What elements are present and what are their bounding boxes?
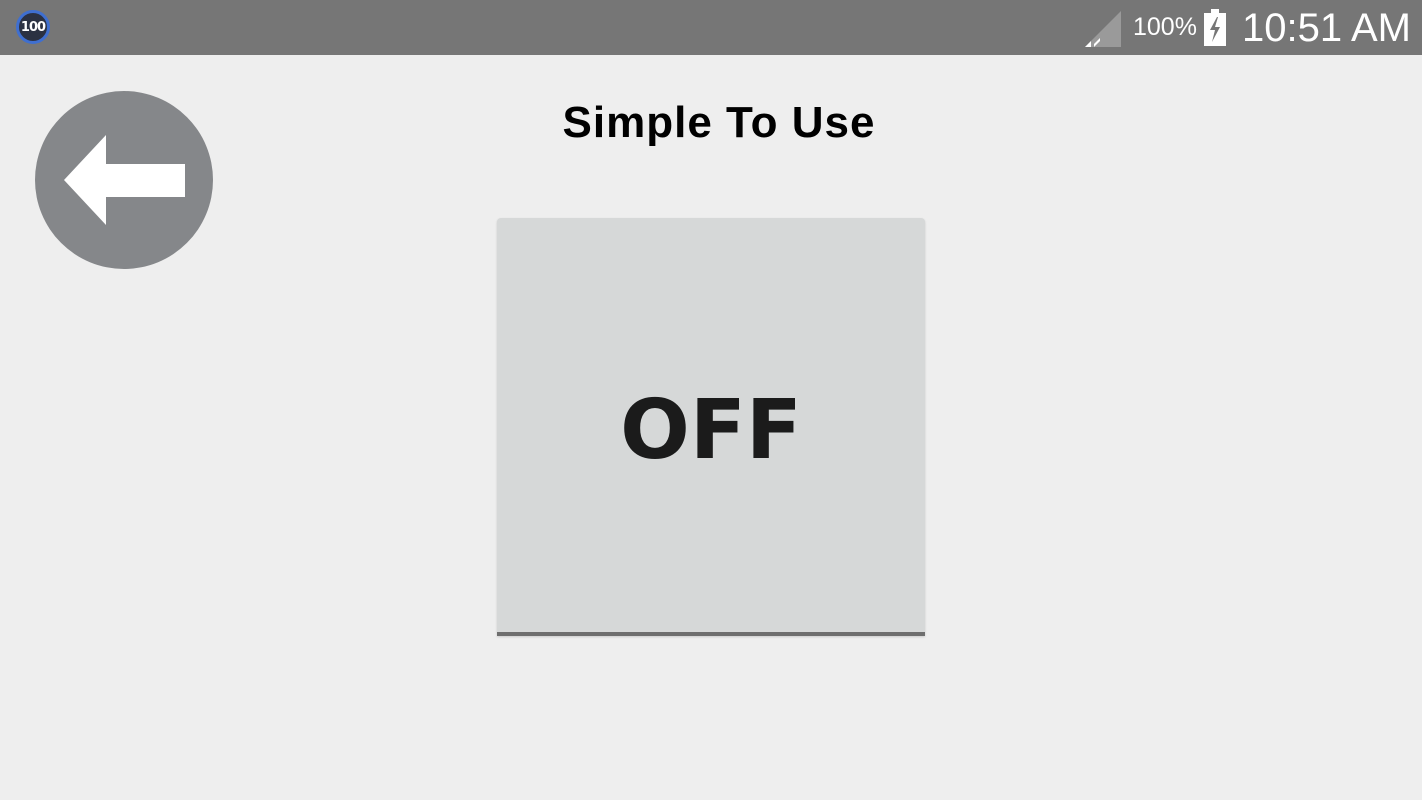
status-clock: 10:51 AM	[1242, 6, 1412, 50]
status-bar: 100 100% 10:51 AM	[0, 0, 1422, 55]
battery-percent: 100%	[1133, 13, 1197, 41]
notification-badge-icon: 100	[16, 10, 50, 44]
page-title: Simple To Use	[562, 98, 876, 147]
notification-badge-text: 100	[20, 19, 46, 35]
toggle-state-label: OFF	[620, 382, 802, 478]
cell-signal-icon	[1085, 11, 1121, 47]
power-toggle-button[interactable]: OFF	[497, 218, 925, 636]
battery-charging-icon	[1204, 9, 1226, 46]
